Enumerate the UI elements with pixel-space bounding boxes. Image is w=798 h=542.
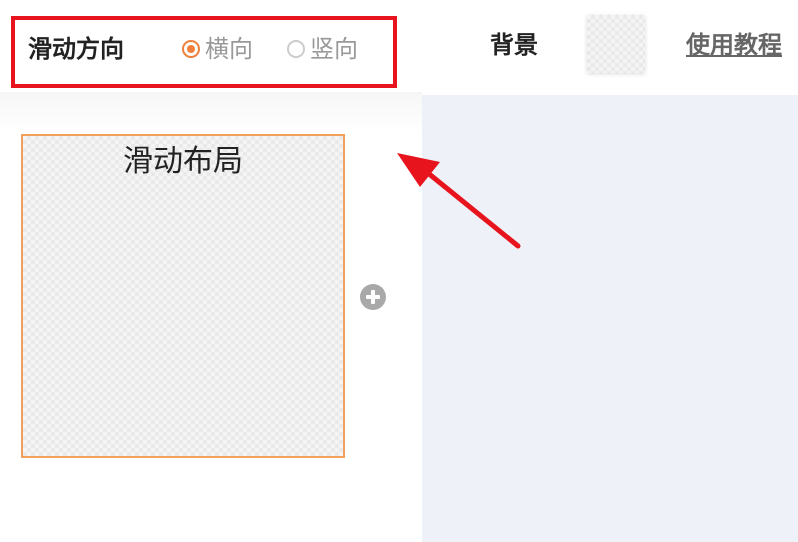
- preview-canvas: [422, 95, 798, 542]
- plus-circle-icon[interactable]: [359, 283, 387, 311]
- radio-unchecked-icon[interactable]: [287, 40, 305, 58]
- radio-checked-icon[interactable]: [182, 40, 200, 58]
- tutorial-link[interactable]: 使用教程: [686, 28, 782, 62]
- page-root: 滑动方向 横向 竖向 背景 使用教程 滑动布局: [0, 0, 798, 542]
- background-label: 背景: [490, 31, 538, 59]
- toolbar: 滑动方向 横向 竖向 背景 使用教程: [0, 0, 798, 92]
- radio-horizontal-label[interactable]: 横向: [205, 32, 253, 66]
- scroll-direction-group: 滑动方向 横向 竖向: [11, 16, 397, 88]
- radio-horizontal[interactable]: 横向: [182, 32, 253, 66]
- radio-vertical[interactable]: 竖向: [287, 32, 358, 66]
- layout-panel: 滑动布局: [0, 92, 422, 542]
- slide-layout-item[interactable]: 滑动布局: [21, 134, 345, 458]
- scroll-direction-label: 滑动方向: [28, 35, 124, 63]
- add-slide-button[interactable]: [359, 283, 387, 311]
- slide-layout-title: 滑动布局: [123, 144, 243, 179]
- background-color-swatch[interactable]: [587, 15, 645, 73]
- radio-vertical-label[interactable]: 竖向: [310, 32, 358, 66]
